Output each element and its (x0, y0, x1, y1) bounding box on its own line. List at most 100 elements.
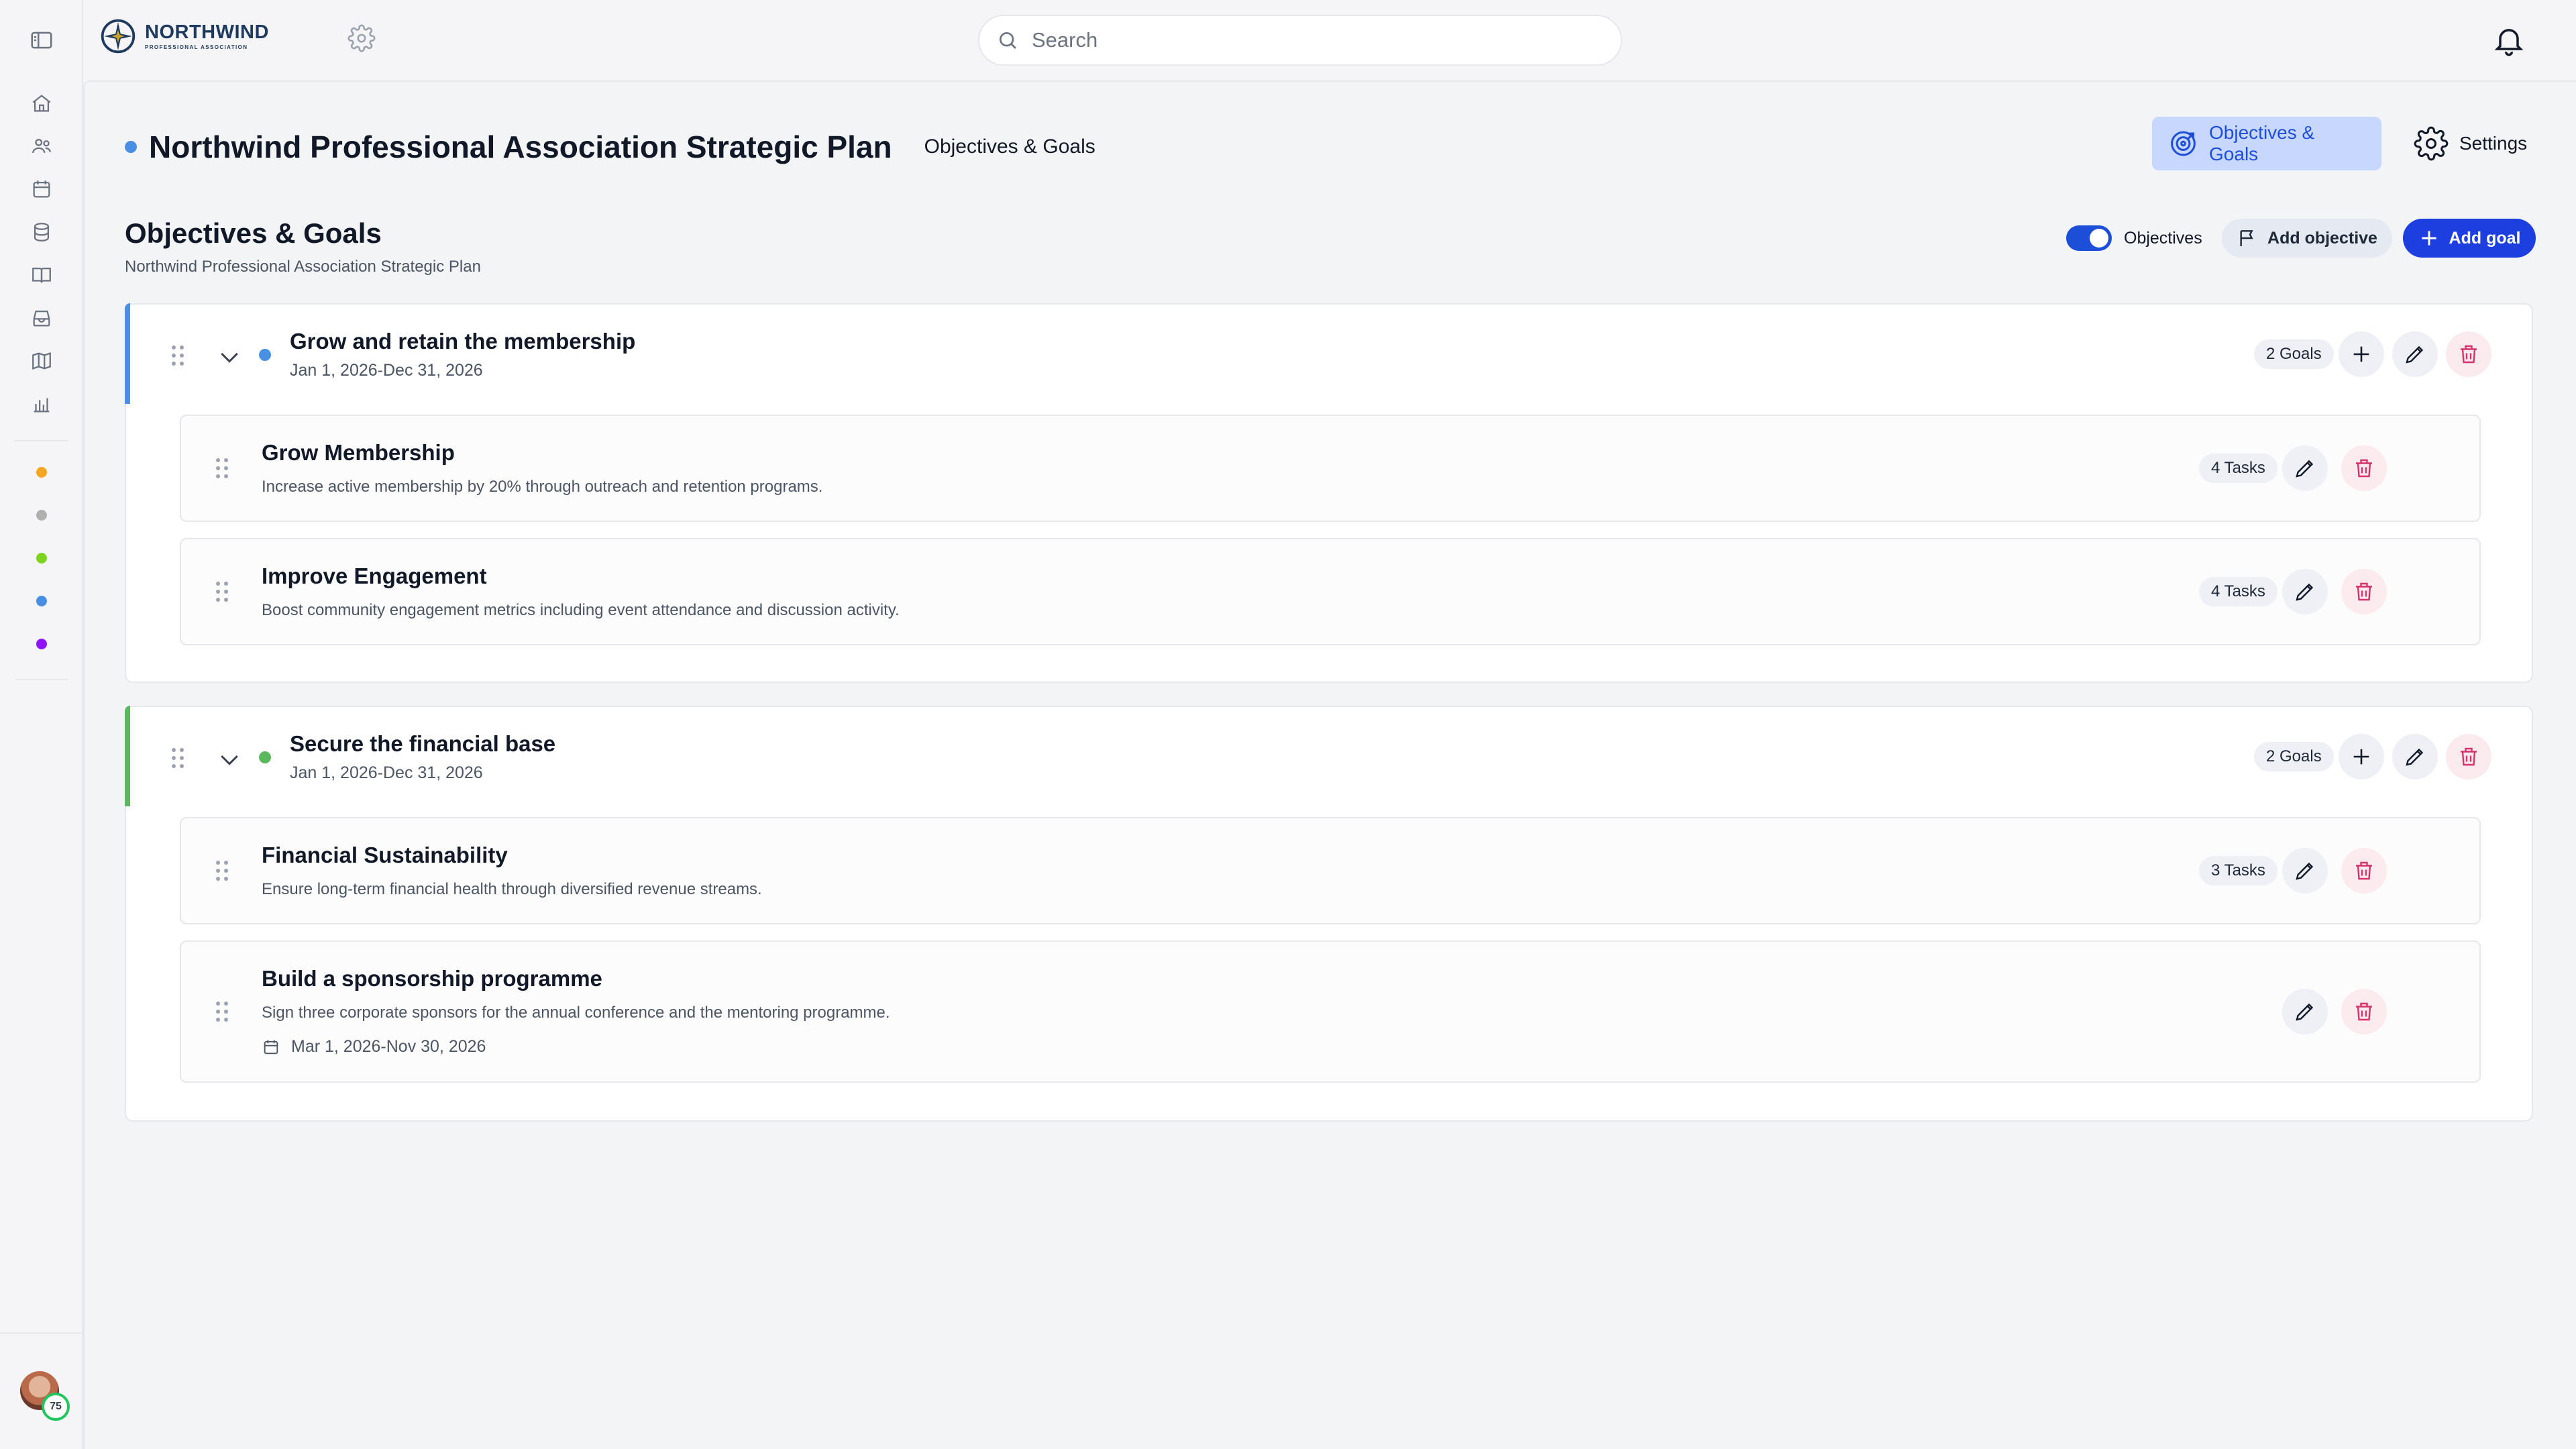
rail-divider (15, 679, 68, 680)
edit-goal-button[interactable] (2282, 989, 2328, 1034)
goal-card[interactable]: Improve Engagement Boost community engag… (180, 538, 2481, 645)
drag-handle-icon[interactable] (212, 580, 232, 604)
target-icon (2171, 131, 2196, 156)
goal-date-text: Mar 1, 2026-Nov 30, 2026 (291, 1037, 486, 1056)
drag-handle-icon[interactable] (212, 859, 232, 883)
pencil-icon (2296, 460, 2314, 478)
objective-color-dot (259, 349, 271, 361)
drag-handle-icon[interactable] (168, 343, 188, 368)
add-goal-to-objective-button[interactable] (2339, 734, 2384, 780)
trash-icon (2356, 1002, 2372, 1021)
goal-title: Improve Engagement (262, 564, 487, 588)
delete-goal-button[interactable] (2341, 989, 2387, 1034)
page-title: Northwind Professional Association Strat… (149, 129, 892, 164)
goal-description: Ensure long-term financial health throug… (262, 880, 762, 898)
add-goal-button[interactable]: Add goal (2403, 219, 2536, 258)
goals-count-badge: 2 Goals (2254, 742, 2334, 771)
goal-title: Build a sponsorship programme (262, 966, 602, 991)
add-goal-to-objective-button[interactable] (2339, 331, 2384, 377)
add-goal-label: Add goal (2449, 228, 2521, 248)
edit-goal-button[interactable] (2282, 569, 2328, 614)
objective-date-range: Jan 1, 2026-Dec 31, 2026 (290, 361, 483, 380)
tab-objectives-goals[interactable]: Objectives & Goals (2152, 117, 2381, 170)
pencil-icon (2296, 583, 2314, 601)
delete-goal-button[interactable] (2341, 445, 2387, 491)
search-bar[interactable] (978, 15, 1622, 66)
logo-subtitle: PROFESSIONAL ASSOCIATION (145, 44, 248, 50)
plus-icon (2353, 749, 2369, 765)
trash-icon (2461, 345, 2477, 364)
chevron-down-icon[interactable] (216, 343, 243, 370)
trash-icon (2356, 582, 2372, 601)
tasks-count-badge: 4 Tasks (2199, 453, 2277, 483)
inbox-icon[interactable] (25, 302, 58, 334)
project-dot-orange[interactable] (36, 467, 47, 478)
settings-gear-icon[interactable] (347, 24, 376, 52)
breadcrumb[interactable]: Objectives & Goals (924, 136, 1095, 158)
pencil-icon (2406, 748, 2424, 766)
calendar-icon[interactable] (25, 173, 58, 205)
user-avatar[interactable]: 75 (20, 1371, 71, 1422)
app-logo[interactable]: NORTHWIND PROFESSIONAL ASSOCIATION (99, 17, 269, 55)
objectives-toggle[interactable] (2066, 225, 2112, 251)
pencil-icon (2296, 862, 2314, 880)
project-dot-green[interactable] (36, 553, 47, 564)
edit-goal-button[interactable] (2282, 848, 2328, 894)
objective-card: Grow and retain the membership Jan 1, 20… (125, 303, 2533, 683)
compass-logo-icon (101, 19, 136, 54)
home-icon[interactable] (25, 87, 58, 119)
add-objective-label: Add objective (2267, 228, 2377, 248)
map-icon[interactable] (25, 345, 58, 377)
objective-date-range: Jan 1, 2026-Dec 31, 2026 (290, 763, 483, 782)
logo-name: NORTHWIND (145, 21, 269, 43)
sidebar-toggle-icon[interactable] (25, 24, 58, 56)
goal-card[interactable]: Grow Membership Increase active membersh… (180, 415, 2481, 522)
objective-title[interactable]: Secure the financial base (290, 731, 555, 757)
database-icon[interactable] (25, 216, 58, 248)
goal-card[interactable]: Build a sponsorship programme Sign three… (180, 941, 2481, 1083)
objective-card: Secure the financial base Jan 1, 2026-De… (125, 706, 2533, 1122)
delete-goal-button[interactable] (2341, 569, 2387, 614)
chevron-down-icon[interactable] (216, 746, 243, 773)
trash-icon (2356, 861, 2372, 880)
edit-objective-button[interactable] (2392, 331, 2438, 377)
book-icon[interactable] (25, 259, 58, 291)
drag-handle-icon[interactable] (212, 456, 232, 480)
analytics-icon[interactable] (25, 388, 58, 420)
plan-color-dot (125, 141, 137, 153)
search-input[interactable] (1030, 28, 1621, 53)
project-dot-gray[interactable] (36, 510, 47, 521)
goal-description: Increase active membership by 20% throug… (262, 478, 823, 496)
project-dot-purple[interactable] (36, 639, 47, 649)
trash-icon (2461, 747, 2477, 766)
objective-color-dot (259, 751, 271, 763)
goals-count-badge: 2 Goals (2254, 339, 2334, 369)
tasks-count-badge: 4 Tasks (2199, 577, 2277, 606)
edit-goal-button[interactable] (2282, 445, 2328, 491)
left-rail: 75 (0, 0, 83, 1449)
main-panel: Northwind Professional Association Strat… (83, 80, 2576, 1449)
project-dot-blue[interactable] (36, 596, 47, 606)
edit-objective-button[interactable] (2392, 734, 2438, 780)
toggle-label: Objectives (2124, 228, 2202, 248)
delete-goal-button[interactable] (2341, 848, 2387, 894)
rail-divider (15, 440, 68, 441)
flag-icon (2240, 230, 2253, 246)
avatar-progress-badge: 75 (42, 1393, 70, 1421)
objective-title[interactable]: Grow and retain the membership (290, 329, 635, 354)
add-objective-button[interactable]: Add objective (2222, 219, 2392, 258)
objectives-toggle-group: Objectives (2066, 225, 2202, 251)
delete-objective-button[interactable] (2446, 331, 2491, 377)
tab-settings[interactable]: Settings (2398, 117, 2545, 170)
plus-icon (2421, 231, 2436, 246)
drag-handle-icon[interactable] (212, 1000, 232, 1024)
drag-handle-icon[interactable] (168, 746, 188, 770)
top-bar: NORTHWIND PROFESSIONAL ASSOCIATION (83, 0, 2576, 80)
goal-card[interactable]: Financial Sustainability Ensure long-ter… (180, 817, 2481, 924)
goal-date-range: Mar 1, 2026-Nov 30, 2026 (262, 1037, 486, 1057)
pencil-icon (2406, 345, 2424, 364)
goal-description: Sign three corporate sponsors for the an… (262, 1004, 890, 1022)
delete-objective-button[interactable] (2446, 734, 2491, 780)
notifications-bell-icon[interactable] (2491, 23, 2526, 58)
users-icon[interactable] (25, 130, 58, 162)
